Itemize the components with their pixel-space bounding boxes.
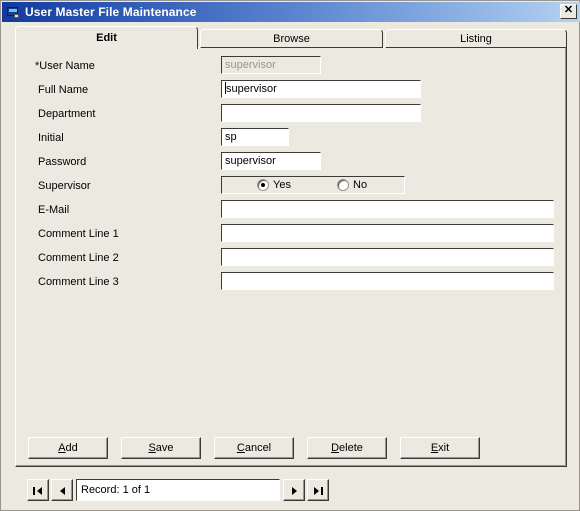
tab-edit-label: Edit	[96, 32, 117, 44]
user-name-input[interactable]: supervisor	[221, 56, 321, 74]
add-button-rest: dd	[65, 442, 78, 454]
label-password: Password	[38, 156, 87, 168]
delete-button[interactable]: Delete	[307, 437, 387, 459]
close-glyph: ✕	[563, 4, 574, 16]
radio-selected-icon	[257, 179, 269, 191]
edit-tab-panel: *User Name Full Name Department Initial …	[15, 47, 567, 467]
dialog-window: User Master File Maintenance ✕ Edit Brow…	[0, 0, 580, 511]
save-button-rest: ave	[155, 442, 174, 454]
add-button-accel: A	[58, 442, 66, 454]
label-email: E-Mail	[38, 204, 70, 216]
cancel-button[interactable]: Cancel	[214, 437, 294, 459]
label-full-name: Full Name	[38, 84, 89, 96]
cancel-button-rest: ancel	[244, 442, 272, 454]
full-name-input[interactable]: supervisor	[221, 80, 421, 98]
label-department: Department	[38, 108, 96, 120]
label-supervisor: Supervisor	[38, 180, 91, 192]
tab-listing-label: Listing	[460, 32, 492, 45]
form-window-icon	[5, 5, 21, 20]
label-user-name: *User Name	[35, 60, 95, 72]
tab-strip: Edit Browse Listing	[15, 26, 567, 49]
delete-button-rest: elete	[339, 442, 363, 454]
label-comment-line-2: Comment Line 2	[38, 252, 119, 264]
comment-line-3-input[interactable]	[221, 272, 554, 290]
tab-browse-label: Browse	[273, 32, 310, 45]
add-button[interactable]: Add	[28, 437, 108, 459]
supervisor-radio-no[interactable]: No	[337, 179, 367, 191]
tab-listing[interactable]: Listing	[385, 29, 567, 48]
supervisor-radio-yes[interactable]: Yes	[257, 179, 291, 191]
supervisor-radio-yes-label: Yes	[273, 179, 291, 191]
email-input[interactable]	[221, 200, 554, 218]
record-navigator: Record: 1 of 1	[27, 479, 329, 501]
cancel-button-accel: C	[236, 442, 245, 454]
window-title: User Master File Maintenance	[25, 5, 197, 19]
department-input[interactable]	[221, 104, 421, 122]
record-position-text[interactable]: Record: 1 of 1	[76, 479, 280, 501]
supervisor-radio-group: Yes No	[221, 176, 405, 194]
label-initial: Initial	[38, 132, 64, 144]
last-record-icon[interactable]	[307, 479, 329, 501]
comment-line-1-input[interactable]	[221, 224, 554, 242]
label-comment-line-1: Comment Line 1	[38, 228, 119, 240]
exit-button[interactable]: Exit	[400, 437, 480, 459]
radio-unselected-icon	[337, 179, 349, 191]
save-button-accel: S	[148, 442, 156, 454]
first-record-icon[interactable]	[27, 479, 49, 501]
initial-input[interactable]: sp	[221, 128, 289, 146]
next-record-icon[interactable]	[283, 479, 305, 501]
delete-button-accel: D	[331, 442, 340, 454]
tab-edit[interactable]: Edit	[15, 26, 198, 49]
password-input[interactable]: supervisor	[221, 152, 321, 170]
comment-line-2-input[interactable]	[221, 248, 554, 266]
supervisor-radio-no-label: No	[353, 179, 368, 191]
tab-browse[interactable]: Browse	[200, 29, 383, 48]
full-name-value: supervisor	[226, 83, 277, 95]
save-button[interactable]: Save	[121, 437, 201, 459]
title-bar: User Master File Maintenance ✕	[2, 2, 580, 22]
label-comment-line-3: Comment Line 3	[38, 276, 119, 288]
previous-record-icon[interactable]	[51, 479, 73, 501]
exit-button-rest: xit	[438, 442, 450, 454]
close-icon[interactable]: ✕	[560, 4, 577, 19]
